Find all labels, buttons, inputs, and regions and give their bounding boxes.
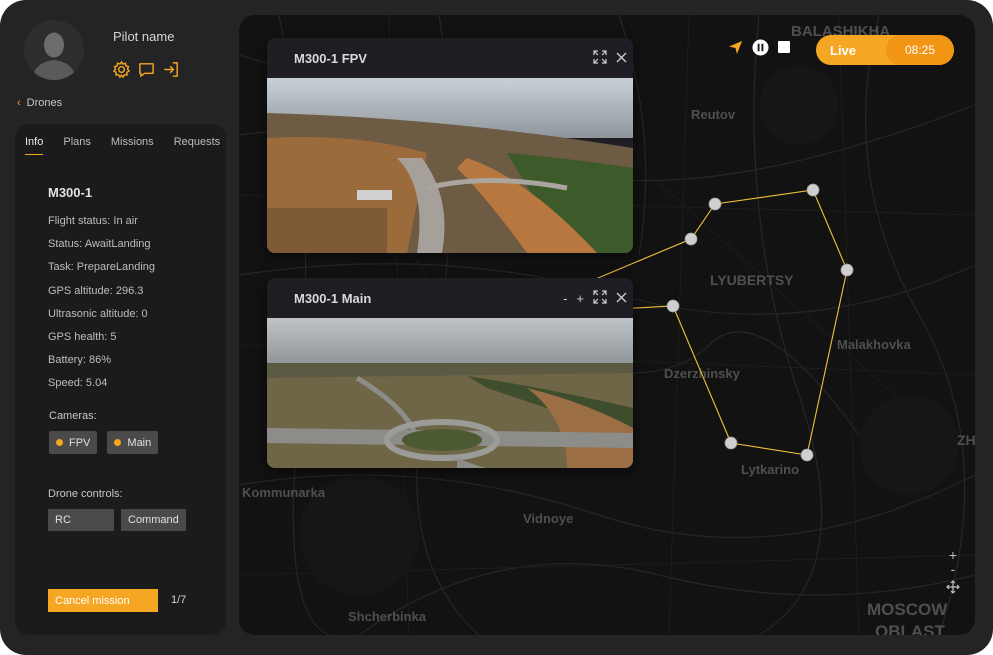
route-waypoint[interactable] xyxy=(840,263,854,277)
route-waypoint[interactable] xyxy=(800,448,814,462)
tab-requests[interactable]: Requests xyxy=(174,136,220,155)
video-title: M300-1 FPV xyxy=(294,50,367,66)
route-waypoint[interactable] xyxy=(708,197,722,211)
pilot-name: Pilot name xyxy=(113,29,175,44)
video-title: M300-1 Main xyxy=(294,290,372,306)
info-gps-altitude: GPS altitude: 296.3 xyxy=(48,284,144,297)
info-speed: Speed: 5.04 xyxy=(48,377,108,390)
back-to-drones-link[interactable]: ‹ Drones xyxy=(17,97,62,109)
pilot-avatar xyxy=(24,20,84,80)
tab-plans[interactable]: Plans xyxy=(63,136,91,155)
info-flight-status: Flight status: In air xyxy=(48,215,138,227)
video-window-main[interactable]: M300-1 Main - + xyxy=(267,278,633,468)
live-timer: 08:25 xyxy=(886,35,954,65)
pilot-actions xyxy=(112,60,181,79)
camera-main-button[interactable]: Main xyxy=(107,431,159,454)
navigation-arrow-icon[interactable] xyxy=(728,40,743,55)
zoom-out-button[interactable]: - xyxy=(941,562,965,576)
info-ultrasonic-altitude: Ultrasonic altitude: 0 xyxy=(48,307,148,320)
route-waypoint[interactable] xyxy=(684,232,698,246)
drone-name: M300-1 xyxy=(48,185,93,200)
move-icon[interactable] xyxy=(941,580,965,596)
tab-info[interactable]: Info xyxy=(25,136,44,155)
fpv-video-feed xyxy=(267,78,633,253)
route-waypoint[interactable] xyxy=(724,436,738,450)
route-waypoint[interactable] xyxy=(806,183,820,197)
cameras-label: Cameras: xyxy=(49,410,97,422)
video-window-fpv[interactable]: M300-1 FPV xyxy=(267,38,633,253)
panel-tabs: Info Plans Missions Requests xyxy=(25,136,220,155)
logout-icon[interactable] xyxy=(162,60,181,79)
live-indicator[interactable]: Live 08:25 xyxy=(816,35,954,65)
tab-missions[interactable]: Missions xyxy=(111,136,154,155)
gear-icon[interactable] xyxy=(112,60,131,79)
camera-active-dot xyxy=(56,439,63,446)
info-task: Task: PrepareLanding xyxy=(48,261,156,274)
camera-fpv-button[interactable]: FPV xyxy=(49,431,98,454)
pause-icon[interactable] xyxy=(752,39,769,56)
video-header[interactable]: M300-1 FPV xyxy=(267,38,633,78)
drone-info-panel: Info Plans Missions Requests M300-1 Flig… xyxy=(15,124,226,635)
drone-controls-label: Drone controls: xyxy=(48,488,123,500)
info-status: Status: AwaitLanding xyxy=(48,238,151,251)
chevron-left-icon: ‹ xyxy=(17,97,21,109)
main-video-feed xyxy=(267,318,633,468)
camera-chips: FPV Main xyxy=(49,431,159,454)
video-controls: - + xyxy=(563,290,627,307)
rc-button[interactable]: RC xyxy=(48,509,114,531)
close-icon[interactable] xyxy=(616,291,627,306)
fullscreen-icon[interactable] xyxy=(593,50,607,67)
zoom-controls: + - xyxy=(941,548,965,596)
back-label: Drones xyxy=(26,97,63,109)
camera-fpv-label: FPV xyxy=(69,436,91,449)
video-controls xyxy=(593,50,627,67)
stop-icon[interactable] xyxy=(778,41,790,53)
info-battery: Battery: 86% xyxy=(48,354,111,367)
zoom-in-button[interactable]: + xyxy=(576,291,584,306)
command-button[interactable]: Command xyxy=(121,509,186,531)
drone-info-list: Flight status: In air Status: AwaitLandi… xyxy=(48,215,155,401)
info-gps-health: GPS health: 5 xyxy=(48,330,117,343)
video-header[interactable]: M300-1 Main - + xyxy=(267,278,633,318)
app-frame: Pilot name ‹ Drones Info Plans Missions … xyxy=(0,0,993,655)
cancel-mission-button[interactable]: Cancel mission xyxy=(48,589,158,612)
zoom-in-button[interactable]: + xyxy=(941,548,965,562)
close-icon[interactable] xyxy=(616,51,627,66)
drone-controls: RC Command xyxy=(48,509,186,531)
zoom-out-button[interactable]: - xyxy=(563,291,567,306)
camera-active-dot xyxy=(114,439,122,446)
fullscreen-icon[interactable] xyxy=(593,290,607,307)
camera-main-label: Main xyxy=(127,436,152,449)
route-waypoint[interactable] xyxy=(666,299,680,313)
live-label: Live xyxy=(830,43,857,58)
mission-progress: 1/7 xyxy=(171,594,187,606)
chat-icon[interactable] xyxy=(137,60,156,79)
